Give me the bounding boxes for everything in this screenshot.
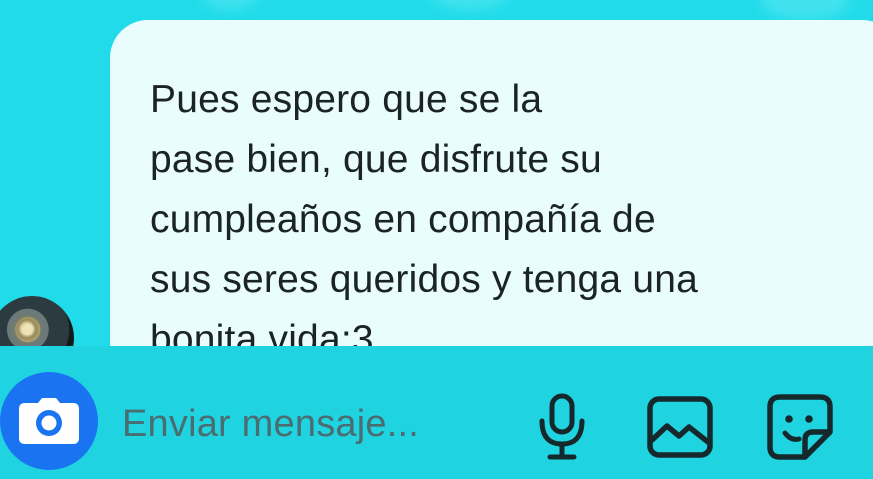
- gallery-button[interactable]: [640, 392, 720, 462]
- received-message-bubble[interactable]: Pues espero que se la pase bien, que dis…: [110, 20, 873, 380]
- message-text: Pues espero que se la pase bien, que dis…: [150, 78, 699, 361]
- microphone-icon: [539, 393, 585, 460]
- camera-icon: [19, 398, 79, 444]
- image-gallery-icon: [647, 396, 713, 458]
- camera-button[interactable]: [0, 372, 98, 470]
- microphone-button[interactable]: [527, 392, 597, 462]
- chat-thread[interactable]: Pues espero que se la pase bien, que dis…: [0, 0, 873, 380]
- message-input[interactable]: Enviar mensaje...: [122, 392, 512, 456]
- sticker-button[interactable]: [760, 392, 840, 462]
- sticker-icon: [767, 394, 833, 460]
- message-input-placeholder: Enviar mensaje...: [122, 402, 419, 445]
